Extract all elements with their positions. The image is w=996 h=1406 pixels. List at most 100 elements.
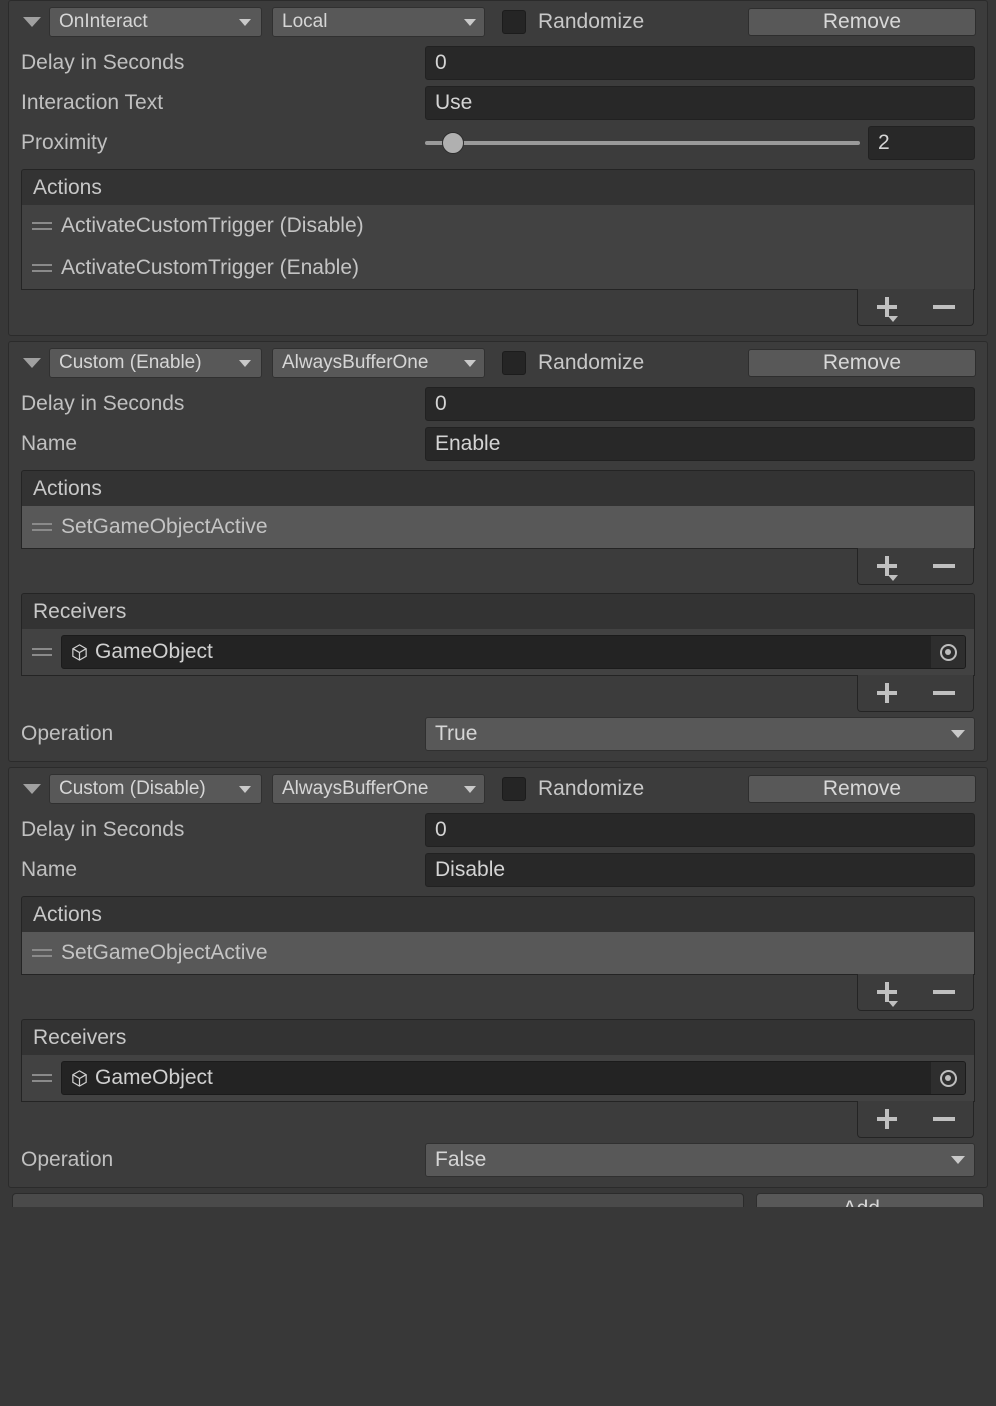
field-row-0-0: Delay in Seconds 0 (9, 43, 987, 83)
field-label-1-0: Delay in Seconds (21, 392, 185, 415)
foldout-toggle-1[interactable] (19, 352, 45, 374)
triangle-down-icon (23, 784, 41, 794)
remove-action-button[interactable] (933, 305, 956, 309)
actions-list-body-0: ActivateCustomTrigger (Disable) ActivateC… (21, 205, 975, 290)
field-input-1-0[interactable]: 0 (425, 387, 975, 421)
proximity-value-0[interactable]: 2 (868, 126, 975, 160)
randomize-checkbox-2[interactable] (502, 777, 526, 801)
field-label-1-1: Name (21, 432, 78, 455)
triangle-down-icon (23, 358, 41, 368)
remove-action-button[interactable] (933, 564, 956, 568)
randomize-label-0: Randomize (538, 10, 645, 33)
receiver-object-name: GameObject (95, 640, 213, 663)
action-list-item[interactable]: ActivateCustomTrigger (Disable) (22, 205, 974, 247)
receiver-object-field[interactable]: GameObject (61, 635, 966, 669)
add-event-button[interactable]: Add... (756, 1193, 984, 1207)
field-input-2-0[interactable]: 0 (425, 813, 975, 847)
receiver-object-field[interactable]: GameObject (61, 1061, 966, 1095)
actions-list-header-0: Actions (21, 169, 975, 205)
action-drag-handle-icon[interactable] (32, 521, 52, 533)
slider-wrap-0-2: 2 (425, 126, 975, 160)
foldout-toggle-0[interactable] (19, 11, 45, 33)
chevron-down-icon (464, 18, 476, 26)
operation-value-2: False (435, 1148, 487, 1171)
field-input-0-1[interactable]: Use (425, 86, 975, 120)
action-item-label: SetGameObjectActive (61, 515, 268, 538)
field-row-0-1: Interaction Text Use (9, 83, 987, 123)
receivers-list-header-1: Receivers (21, 593, 975, 629)
receiver-drag-handle-icon[interactable] (32, 1072, 52, 1084)
action-drag-handle-icon[interactable] (32, 262, 52, 274)
field-label-2-0: Delay in Seconds (21, 818, 185, 841)
add-action-button[interactable] (876, 981, 898, 1007)
operation-row-2: Operation False (9, 1140, 987, 1180)
chevron-down-icon (464, 785, 476, 793)
proximity-slider-0[interactable] (425, 128, 860, 158)
network-mode-dropdown-1-label: AlwaysBufferOne (282, 352, 429, 373)
actions-list-body-2: SetGameObjectActive (21, 932, 975, 975)
add-action-button[interactable] (876, 555, 898, 581)
actions-list-header-2: Actions (21, 896, 975, 932)
trigger-type-dropdown-0[interactable]: OnInteract (49, 7, 262, 37)
target-circle-icon (939, 1069, 957, 1087)
operation-dropdown-1[interactable]: True (425, 717, 975, 751)
action-list-buttons (857, 974, 974, 1011)
remove-event-button-0[interactable]: Remove (748, 8, 976, 36)
receiver-list-buttons (857, 675, 974, 712)
add-action-button[interactable] (876, 296, 898, 322)
object-picker-button[interactable] (931, 1062, 965, 1094)
randomize-checkbox-0[interactable] (502, 10, 526, 34)
action-drag-handle-icon[interactable] (32, 947, 52, 959)
receiver-object-name: GameObject (95, 1066, 213, 1089)
add-receiver-button[interactable] (876, 1108, 898, 1130)
network-mode-dropdown-0[interactable]: Local (272, 7, 485, 37)
randomize-checkbox-1[interactable] (502, 351, 526, 375)
actions-list-header-1: Actions (21, 470, 975, 506)
foldout-toggle-2[interactable] (19, 778, 45, 800)
field-label-0-0: Delay in Seconds (21, 51, 185, 74)
chevron-down-icon (951, 1156, 965, 1164)
actions-list-0: Actions ActivateCustomTrigger (Disable) Ac… (21, 169, 975, 328)
field-row-1-0: Delay in Seconds 0 (9, 384, 987, 424)
remove-receiver-button[interactable] (933, 691, 956, 695)
action-list-buttons (857, 289, 974, 326)
randomize-label-2: Randomize (538, 777, 645, 800)
field-input-1-1[interactable]: Enable (425, 427, 975, 461)
event-header-0: OnInteract Local Randomize Remove (9, 1, 987, 43)
field-input-2-1[interactable]: Disable (425, 853, 975, 887)
chevron-down-icon (464, 359, 476, 367)
add-receiver-button[interactable] (876, 682, 898, 704)
chevron-down-icon (951, 730, 965, 738)
receiver-list-item: GameObject (22, 629, 974, 675)
chevron-down-icon (887, 316, 898, 322)
action-list-buttons (857, 548, 974, 585)
operation-value-1: True (435, 722, 478, 745)
remove-action-button[interactable] (933, 990, 956, 994)
remove-receiver-button[interactable] (933, 1117, 956, 1121)
slider-thumb[interactable] (442, 132, 465, 154)
remove-event-button-2[interactable]: Remove (748, 775, 976, 803)
action-list-item[interactable]: SetGameObjectActive (22, 506, 974, 548)
bottom-search-field[interactable] (12, 1193, 744, 1207)
trigger-type-dropdown-0-label: OnInteract (59, 11, 148, 32)
receiver-list-item: GameObject (22, 1055, 974, 1101)
trigger-type-dropdown-2[interactable]: Custom (Disable) (49, 774, 262, 804)
remove-event-button-1[interactable]: Remove (748, 349, 976, 377)
receiver-list-footer (21, 675, 975, 714)
trigger-type-dropdown-1[interactable]: Custom (Enable) (49, 348, 262, 378)
network-mode-dropdown-1[interactable]: AlwaysBufferOne (272, 348, 485, 378)
receivers-list-body-2: GameObject (21, 1055, 975, 1102)
receivers-list-body-1: GameObject (21, 629, 975, 676)
action-list-item[interactable]: ActivateCustomTrigger (Enable) (22, 247, 974, 289)
action-list-item[interactable]: SetGameObjectActive (22, 932, 974, 974)
field-row-2-1: Name Disable (9, 850, 987, 890)
slider-track (425, 141, 860, 145)
network-mode-dropdown-2[interactable]: AlwaysBufferOne (272, 774, 485, 804)
field-input-0-0[interactable]: 0 (425, 46, 975, 80)
target-circle-icon (939, 643, 957, 661)
action-drag-handle-icon[interactable] (32, 220, 52, 232)
receiver-list-footer (21, 1101, 975, 1140)
object-picker-button[interactable] (931, 636, 965, 668)
receiver-drag-handle-icon[interactable] (32, 646, 52, 658)
operation-dropdown-2[interactable]: False (425, 1143, 975, 1177)
